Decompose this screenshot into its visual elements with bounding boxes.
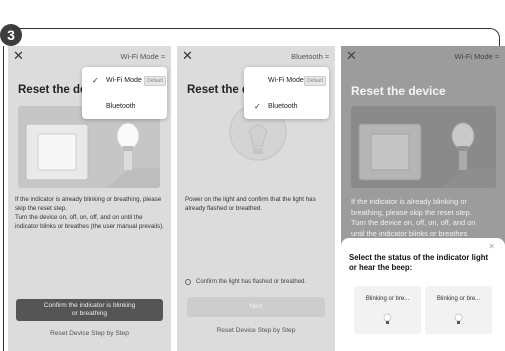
bulb-icon xyxy=(454,313,463,324)
close-icon[interactable]: ✕ xyxy=(488,242,495,251)
checkmark-icon: ✓ xyxy=(254,101,261,111)
default-badge: Default xyxy=(144,76,166,86)
default-badge: Default xyxy=(304,76,326,86)
dropdown-item-wifi-mode[interactable]: Wi-Fi Mode Default xyxy=(244,67,329,93)
dropdown-item-wifi-mode[interactable]: ✓ Wi-Fi Mode Default xyxy=(82,67,167,93)
option-label: Blinking or bre... xyxy=(365,296,410,302)
mode-selector[interactable]: Bluetooth ≈ xyxy=(291,52,329,61)
step-header-frame xyxy=(12,28,500,46)
bulb-icon xyxy=(383,313,392,324)
close-icon[interactable]: ✕ xyxy=(346,49,357,62)
instruction-text: If the indicator is already blinking or … xyxy=(15,196,164,230)
status-option-card[interactable]: Blinking or bre... xyxy=(425,286,492,334)
dropdown-item-label: Bluetooth xyxy=(106,102,136,110)
confirm-indicator-button[interactable]: Confirm the indicator is blinking or bre… xyxy=(16,299,163,321)
instruction-text: Power on the light and confirm that the … xyxy=(185,196,316,212)
phone-screen-status-sheet: ✕ Wi-Fi Mode ≈ Reset the device If the i… xyxy=(341,46,505,351)
mode-selector[interactable]: Wi-Fi Mode ≈ xyxy=(120,52,165,61)
indicator-status-sheet: ✕ Select the status of the indicator lig… xyxy=(341,238,505,351)
checkbox-label: Confirm the light has flashed or breathe… xyxy=(196,279,307,285)
checkmark-icon: ✓ xyxy=(92,75,99,85)
reset-step-by-step-link[interactable]: Reset Device Step by Step xyxy=(8,330,171,337)
reset-step-by-step-link[interactable]: Reset Device Step by Step xyxy=(177,327,335,334)
instruction-text: If the indicator is already blinking or … xyxy=(351,197,476,238)
device-reset-illustration xyxy=(351,106,496,188)
dropdown-item-label: Wi-Fi Mode xyxy=(268,76,304,84)
sheet-title: Select the status of the indicator light… xyxy=(349,253,489,272)
phone-screen-bluetooth-mode-menu: ✕ Bluetooth ≈ Reset the dev Power on the… xyxy=(177,46,335,351)
page-title: Reset the device xyxy=(351,84,446,98)
dropdown-item-label: Wi-Fi Mode xyxy=(106,76,142,84)
radio-circle-icon xyxy=(185,279,191,285)
option-label: Blinking or bre... xyxy=(436,296,481,302)
dropdown-item-label: Bluetooth xyxy=(268,102,298,110)
mode-dropdown-menu: Wi-Fi Mode Default ✓ Bluetooth xyxy=(244,67,329,119)
status-option-card[interactable]: Blinking or bre... xyxy=(354,286,421,334)
close-icon[interactable]: ✕ xyxy=(182,49,193,62)
next-button[interactable]: Next xyxy=(187,297,325,317)
phone-screen-wifi-mode-menu: ✕ Wi-Fi Mode ≈ Reset the device If the i… xyxy=(8,46,171,351)
mode-selector[interactable]: Wi-Fi Mode ≈ xyxy=(454,52,499,61)
mode-dropdown-menu: ✓ Wi-Fi Mode Default Bluetooth xyxy=(82,67,167,119)
step-left-rule xyxy=(3,46,5,351)
top-bar: ✕ Wi-Fi Mode ≈ xyxy=(341,46,505,70)
dropdown-item-bluetooth[interactable]: ✓ Bluetooth xyxy=(244,93,329,119)
dropdown-item-bluetooth[interactable]: Bluetooth xyxy=(82,93,167,119)
close-icon[interactable]: ✕ xyxy=(13,49,24,62)
confirm-flashed-checkbox[interactable]: Confirm the light has flashed or breathe… xyxy=(185,279,306,285)
